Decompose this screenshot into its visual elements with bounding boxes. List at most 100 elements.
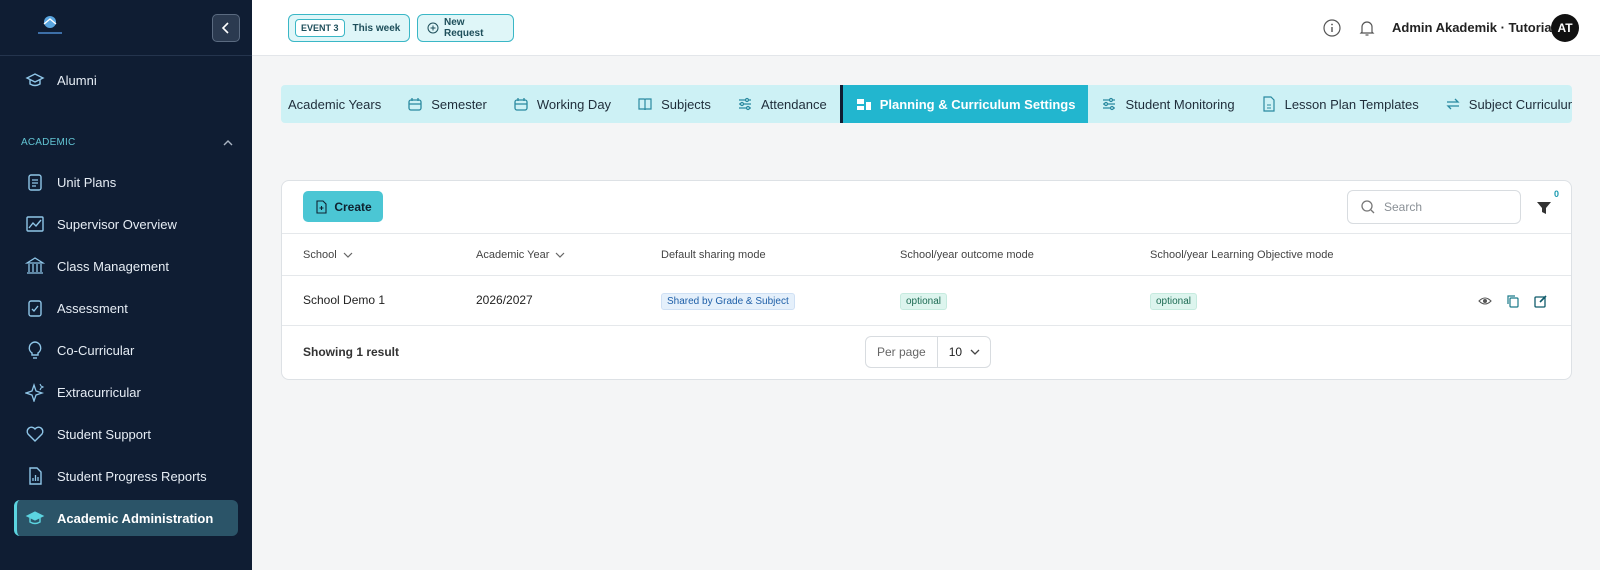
sharing-mode-badge: Shared by Grade & Subject (661, 293, 795, 310)
graduation-cap-icon (24, 69, 46, 91)
sidebar-item-extracurricular[interactable]: Extracurricular (14, 374, 238, 410)
tab-lesson-plan-templates[interactable]: Lesson Plan Templates (1248, 85, 1432, 123)
chevron-left-icon (221, 22, 229, 34)
heart-icon (24, 423, 46, 445)
column-label: Default sharing mode (661, 249, 766, 261)
sidebar-item-class-management[interactable]: Class Management (14, 248, 238, 284)
tab-label: Semester (431, 96, 487, 112)
chevron-down-icon (343, 250, 353, 260)
section-label: ACADEMIC (21, 137, 76, 148)
edit-icon[interactable] (1534, 294, 1548, 308)
tab-label: Subject Curriculum Mappi (1468, 96, 1572, 112)
clipboard-check-icon (24, 297, 46, 319)
tab-label: Student Monitoring (1125, 96, 1235, 112)
sidebar-item-label: Unit Plans (57, 174, 117, 190)
column-header-academic-year[interactable]: Academic Year (476, 249, 565, 261)
new-request-button[interactable]: New Request (417, 14, 514, 42)
graduation-cap-icon (24, 507, 46, 529)
tab-attendance[interactable]: Attendance (724, 85, 840, 123)
event-pill[interactable]: EVENT 3 This week (288, 14, 410, 42)
sidebar-header (0, 0, 252, 56)
building-icon (24, 255, 46, 277)
results-count: Showing 1 result (303, 345, 400, 359)
search-icon (1361, 200, 1375, 214)
view-icon[interactable] (1478, 294, 1492, 308)
arrows-icon (1445, 96, 1461, 112)
chart-icon (24, 213, 46, 235)
sidebar-item-assessment[interactable]: Assessment (14, 290, 238, 326)
column-label: School/year Learning Objective mode (1150, 249, 1334, 261)
tab-subjects[interactable]: Subjects (624, 85, 724, 123)
sidebar-item-label: Alumni (57, 72, 97, 88)
chevron-up-icon (223, 139, 233, 145)
sidebar-item-student-progress-reports[interactable]: Student Progress Reports (14, 458, 238, 494)
sidebar-item-student-support[interactable]: Student Support (14, 416, 238, 452)
sidebar-item-alumni[interactable]: Alumni (14, 62, 238, 98)
layout-icon (856, 96, 872, 112)
tab-label: Lesson Plan Templates (1284, 96, 1419, 112)
column-label: School (303, 249, 337, 261)
event-badge: EVENT 3 (295, 19, 345, 37)
sparkles-icon (24, 381, 46, 403)
sidebar-item-unit-plans[interactable]: Unit Plans (14, 164, 238, 200)
tab-semester[interactable]: Semester (394, 85, 500, 123)
copy-icon[interactable] (1506, 294, 1520, 308)
sidebar-item-supervisor-overview[interactable]: Supervisor Overview (14, 206, 238, 242)
per-page-value: 10 (948, 345, 963, 359)
school-logo (34, 13, 66, 39)
sidebar-item-label: Assessment (57, 300, 128, 316)
calendar-icon (513, 96, 529, 112)
create-button[interactable]: Create (303, 191, 383, 222)
bell-icon[interactable] (1357, 18, 1377, 38)
search-input[interactable] (1384, 200, 1504, 214)
column-label: School/year outcome mode (900, 249, 1034, 261)
column-header-school[interactable]: School (303, 249, 353, 261)
cell-school: School Demo 1 (303, 293, 386, 307)
lightbulb-icon (24, 339, 46, 361)
column-label: Academic Year (476, 249, 550, 261)
sidebar-item-academic-administration[interactable]: Academic Administration (14, 500, 238, 536)
settings-tabs: Academic Years Semester Working Day Subj… (281, 85, 1572, 123)
settings-card: Create 0 School Academic Year Default sh… (281, 180, 1572, 380)
search-box[interactable] (1347, 190, 1521, 224)
per-page-dropdown[interactable]: 10 (938, 337, 990, 367)
cell-academic-year: 2026/2027 (476, 293, 533, 307)
tab-label: Attendance (760, 96, 827, 112)
collapse-sidebar-button[interactable] (212, 14, 240, 42)
sidebar-section-academic[interactable]: ACADEMIC (21, 137, 233, 148)
tab-academic-years[interactable]: Academic Years (281, 85, 394, 123)
calendar-icon (407, 96, 423, 112)
lo-mode-badge: optional (1150, 293, 1198, 310)
tab-subject-curriculum-mapping[interactable]: Subject Curriculum Mappi (1432, 85, 1572, 123)
plus-circle-icon (427, 22, 439, 34)
sidebar-item-co-curricular[interactable]: Co-Curricular (14, 332, 238, 368)
sidebar-item-label: Extracurricular (57, 384, 141, 400)
sidebar-item-label: Class Management (57, 258, 169, 274)
file-icon (1261, 96, 1277, 112)
sliders-icon (1101, 96, 1117, 112)
book-icon (637, 96, 653, 112)
clipboard-icon (24, 171, 46, 193)
sidebar: Alumni ACADEMIC Unit Plans Supervisor Ov… (0, 0, 252, 570)
tab-label: Working Day (536, 96, 612, 112)
table-header: School Academic Year Default sharing mod… (282, 233, 1571, 276)
sidebar-item-label: Co-Curricular (57, 342, 135, 358)
sliders-icon (737, 96, 753, 112)
avatar[interactable]: AT (1551, 14, 1579, 42)
top-header: EVENT 3 This week New Request Admin Akad… (252, 0, 1600, 56)
user-name[interactable]: Admin Akademik · Tutorial (1392, 20, 1555, 35)
info-icon[interactable] (1322, 18, 1342, 38)
filter-icon[interactable] (1535, 199, 1553, 217)
tab-planning-curriculum-settings[interactable]: Planning & Curriculum Settings (839, 85, 1089, 123)
sidebar-item-label: Supervisor Overview (57, 216, 177, 232)
event-label: This week (352, 22, 401, 34)
file-plus-icon (314, 199, 328, 214)
per-page-label: Per page (866, 337, 938, 367)
tab-student-monitoring[interactable]: Student Monitoring (1088, 85, 1247, 123)
per-page-select[interactable]: Per page 10 (865, 336, 992, 368)
sidebar-item-label: Student Progress Reports (57, 468, 207, 484)
create-label: Create (334, 199, 372, 214)
column-header-default-sharing-mode: Default sharing mode (661, 249, 766, 261)
new-request-label: New Request (444, 17, 484, 39)
tab-working-day[interactable]: Working Day (500, 85, 624, 123)
